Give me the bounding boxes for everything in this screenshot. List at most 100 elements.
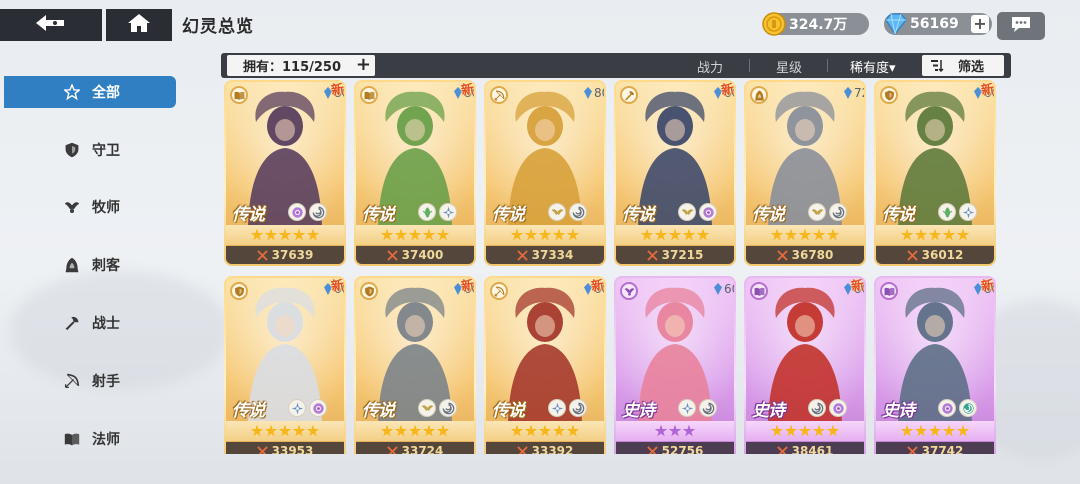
star-icon (278, 424, 292, 437)
home-button[interactable] (106, 9, 172, 41)
star-trait-icon (548, 399, 566, 417)
power-bar: 36780 (746, 246, 864, 264)
star-icon (812, 228, 826, 241)
add-gems-button[interactable]: + (971, 15, 989, 33)
sidebar-item-label: 射手 (92, 374, 120, 390)
wings-trait-icon (548, 203, 566, 221)
gem-amount: 56169 (910, 16, 959, 32)
spirit-card[interactable]: 60新传说33953 (224, 276, 346, 454)
sidebar-item-3[interactable]: 刺客 (0, 249, 176, 281)
star-rating (356, 225, 474, 245)
level-value: 80 (594, 86, 604, 100)
sort-by-stars[interactable]: 星级 (776, 57, 802, 76)
spirit-card[interactable]: 60新传说33724 (354, 276, 476, 454)
sort-by-rarity[interactable]: 稀有度▾ (850, 57, 896, 76)
star-icon (510, 424, 524, 437)
power-bar: 37639 (226, 246, 344, 264)
new-badge: 新 (980, 278, 994, 295)
star-rating (746, 225, 864, 245)
star-icon (682, 228, 696, 241)
shield-icon (62, 140, 82, 160)
expand-capacity-button[interactable]: + (356, 56, 371, 74)
void-trait-icon (938, 399, 956, 417)
wind-trait-icon (569, 203, 587, 221)
card-body: 72 传说 36780 (746, 82, 864, 264)
spirit-card[interactable]: 80新史诗37742 (874, 276, 996, 454)
wings-icon (62, 197, 82, 217)
star-icon (784, 424, 798, 437)
card-body: 60新传说33724 (356, 278, 474, 454)
divider (749, 59, 750, 72)
rarity-label: 传说 (622, 205, 655, 225)
spirit-card[interactable]: 80新史诗38461 (744, 276, 866, 454)
star-rating (226, 421, 344, 441)
star-icon (826, 424, 840, 437)
star-icon (292, 228, 306, 241)
sidebar-item-1[interactable]: 守卫 (0, 134, 176, 166)
spirit-card[interactable]: 60 史诗 52756 (614, 276, 736, 454)
sidebar-item-label: 法师 (92, 432, 120, 448)
wind-trait-icon (309, 203, 327, 221)
new-badge: 新 (330, 278, 344, 295)
sidebar-item-0[interactable]: 全部 (4, 76, 176, 108)
bow-icon (490, 282, 508, 300)
rarity-label: 传说 (362, 401, 395, 421)
card-body: 80新史诗38461 (746, 278, 864, 454)
star-icon (784, 228, 798, 241)
book-icon (230, 86, 248, 104)
spirit-card[interactable]: 60新传说33392 (484, 276, 606, 454)
power-bar: 36012 (876, 246, 994, 264)
star-icon (956, 228, 970, 241)
star-icon (306, 424, 320, 437)
crossed-swords-icon (386, 445, 398, 454)
wings-trait-icon (808, 203, 826, 221)
card-body: 60新传说33953 (226, 278, 344, 454)
wind-trait-icon (699, 399, 717, 417)
star-rating (616, 225, 734, 245)
crossed-swords-icon (646, 445, 658, 454)
sidebar-item-label: 战士 (92, 316, 120, 332)
gem-icon (882, 11, 908, 37)
shield-icon (230, 282, 248, 300)
star-icon (250, 424, 264, 437)
spirit-card[interactable]: 80新传说37400 (354, 80, 476, 266)
star-icon (292, 424, 306, 437)
axe-icon (620, 86, 638, 104)
back-button[interactable] (0, 9, 102, 41)
void-trait-icon (699, 203, 717, 221)
star-trait-icon (678, 399, 696, 417)
star-icon (900, 228, 914, 241)
wings-trait-icon (678, 203, 696, 221)
card-body: 60 史诗 52756 (616, 278, 734, 454)
spirit-card[interactable]: 80 传说 37334 (484, 80, 606, 266)
crossed-swords-icon (256, 249, 268, 261)
sidebar-item-5[interactable]: 射手 (0, 365, 176, 397)
star-icon (408, 424, 422, 437)
spirit-card[interactable]: 72 传说 36780 (744, 80, 866, 266)
star-rating (226, 225, 344, 245)
new-badge: 新 (850, 278, 864, 295)
spirit-card[interactable]: 80新传说37639 (224, 80, 346, 266)
spirit-card[interactable]: 60新传说36012 (874, 80, 996, 266)
sidebar-item-6[interactable]: 法师 (0, 423, 176, 455)
card-body: 80新史诗37742 (876, 278, 994, 454)
wind-trait-icon (808, 399, 826, 417)
star-icon (956, 424, 970, 437)
level-diamond-icon (714, 283, 722, 295)
wings-trait-icon (418, 399, 436, 417)
star-icon (914, 228, 928, 241)
spirit-card[interactable]: 60新传说37215 (614, 80, 736, 266)
filter-button[interactable]: 筛选 (922, 55, 1004, 76)
rarity-label: 传说 (362, 205, 395, 225)
star-icon (394, 228, 408, 241)
chat-button[interactable] (997, 12, 1045, 40)
card-body: 60新传说37215 (616, 82, 734, 264)
sidebar-item-label: 守卫 (92, 143, 120, 159)
power-value: 33953 (271, 444, 314, 454)
sidebar-item-4[interactable]: 战士 (0, 307, 176, 339)
sidebar-item-2[interactable]: 牧师 (0, 191, 176, 223)
star-icon (250, 228, 264, 241)
sort-by-power[interactable]: 战力 (697, 57, 723, 76)
power-bar: 37334 (486, 246, 604, 264)
gem-currency: 56169 + (882, 11, 992, 37)
